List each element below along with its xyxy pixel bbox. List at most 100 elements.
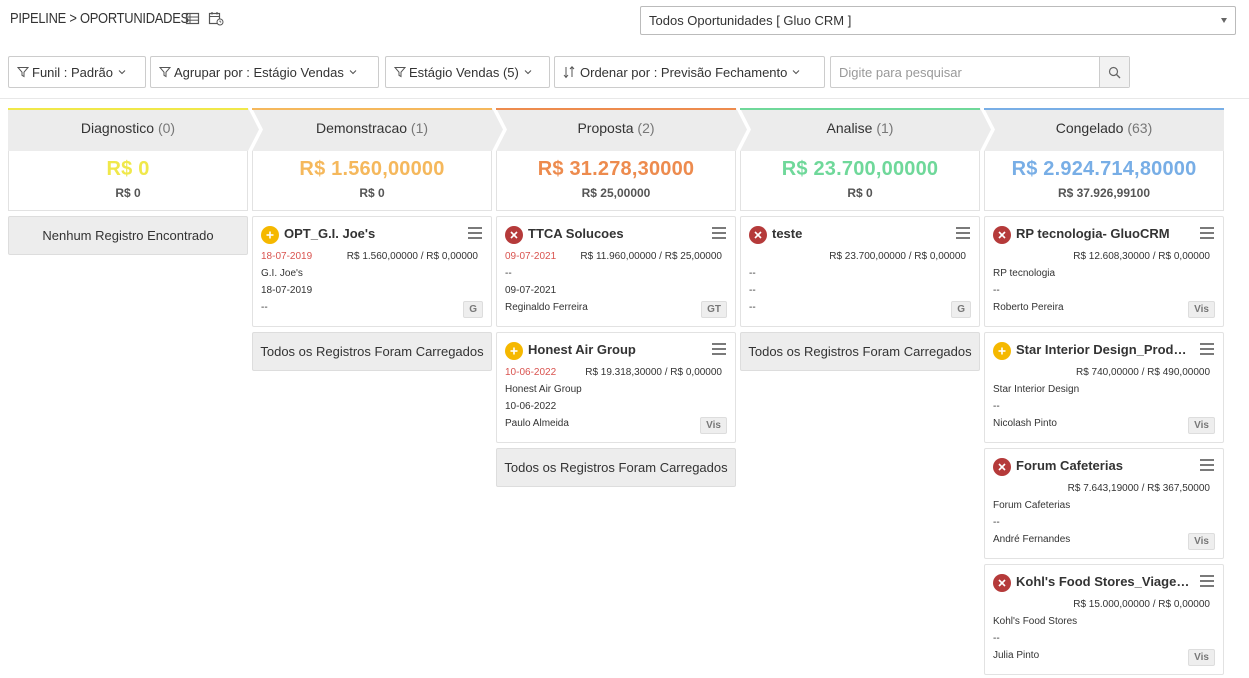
card-amount: R$ 15.000,00000 / R$ 0,00000 xyxy=(1073,599,1210,610)
close-circle-icon xyxy=(993,226,1011,244)
all-loaded-message: Todos os Registros Foram Carregados xyxy=(740,332,980,371)
stage-name: Proposta xyxy=(577,120,634,136)
stage-name: Congelado xyxy=(1055,120,1124,136)
stage-filter-button[interactable]: Estágio Vendas (5) xyxy=(385,56,550,88)
card-account: RP tecnologia xyxy=(993,268,1056,279)
all-loaded-message: Todos os Registros Foram Carregados xyxy=(496,448,736,487)
menu-icon[interactable] xyxy=(1200,459,1214,471)
opportunity-card[interactable]: RP tecnologia- GluoCRM R$ 12.608,30000 /… xyxy=(984,216,1224,327)
card-amount: R$ 740,00000 / R$ 490,00000 xyxy=(1076,367,1210,378)
stage-subtotal-value: R$ 37.926,99100 xyxy=(1057,186,1151,200)
stage-count: (2) xyxy=(637,120,655,136)
stage-header[interactable]: Congelado (63) xyxy=(984,108,1224,151)
menu-icon[interactable] xyxy=(1200,227,1214,239)
opportunity-card[interactable]: Kohl's Food Stores_Viagem corporativa R$… xyxy=(984,564,1224,675)
card-account: Forum Cafeterias xyxy=(993,500,1071,511)
stage-filter-label: Estágio Vendas (5) xyxy=(409,64,519,80)
card-title: RP tecnologia- GluoCRM xyxy=(1016,226,1170,241)
card-amount: R$ 7.643,19000 / R$ 367,50000 xyxy=(1067,483,1210,494)
card-tag: Vis xyxy=(1188,417,1215,434)
stage-totals: R$ 31.278,30000 R$ 25,00000 xyxy=(496,151,736,211)
menu-icon[interactable] xyxy=(712,227,726,239)
stage-total-value: R$ 1.560,00000 xyxy=(299,158,445,180)
stage-header[interactable]: Analise (1) xyxy=(740,108,991,151)
pipeline-select-value: Todos Oportunidades [ Gluo CRM ] xyxy=(649,13,852,28)
group-by-button[interactable]: Agrupar por : Estágio Vendas xyxy=(150,56,379,88)
stage-header[interactable]: Demonstracao (1) xyxy=(252,108,503,151)
order-by-label: Ordenar por : Previsão Fechamento xyxy=(580,64,788,80)
stage-totals: R$ 23.700,00000 R$ 0 xyxy=(740,151,980,211)
plus-icon xyxy=(993,342,1011,360)
all-loaded-message: Todos os Registros Foram Carregados xyxy=(252,332,492,371)
menu-icon[interactable] xyxy=(956,227,970,239)
chevron-down-icon xyxy=(793,70,800,75)
card-account: G.I. Joe's xyxy=(261,268,303,279)
menu-icon[interactable] xyxy=(1200,575,1214,587)
card-amount: R$ 23.700,00000 / R$ 0,00000 xyxy=(829,251,966,262)
stage-name: Diagnostico xyxy=(80,120,155,136)
caret-down-icon xyxy=(1221,18,1227,23)
card-account: Star Interior Design xyxy=(993,384,1080,395)
opportunity-card[interactable]: Star Interior Design_Produtos R$ 740,000… xyxy=(984,332,1224,443)
card-title: Forum Cafeterias xyxy=(1016,458,1123,473)
card-amount: R$ 11.960,00000 / R$ 25,00000 xyxy=(580,251,722,262)
opportunity-card[interactable]: Forum Cafeterias R$ 7.643,19000 / R$ 367… xyxy=(984,448,1224,559)
stage-column-demonstracao: Demonstracao (1) R$ 1.560,00000 R$ 0 OPT… xyxy=(252,108,503,371)
card-account: Kohl's Food Stores xyxy=(993,616,1078,627)
menu-icon[interactable] xyxy=(1200,343,1214,355)
card-owner: -- xyxy=(261,302,268,313)
stage-count: (1) xyxy=(410,120,429,136)
card-close-date: -- xyxy=(749,285,756,296)
search-icon xyxy=(1108,66,1121,78)
stage-count: (0) xyxy=(157,120,176,136)
card-tag: G xyxy=(951,301,971,318)
card-date: 18-07-2019 xyxy=(261,251,313,262)
stage-count: (63) xyxy=(1127,120,1153,136)
stage-totals: R$ 2.924.714,80000 R$ 37.926,99100 xyxy=(984,151,1224,211)
card-owner: Roberto Pereira xyxy=(993,302,1064,313)
close-circle-icon xyxy=(505,226,523,244)
stage-subtotal-value: R$ 25,00000 xyxy=(581,186,651,200)
stage-total-value: R$ 0 xyxy=(106,158,150,180)
stage-totals: R$ 0 R$ 0 xyxy=(8,151,248,211)
stage-total-value: R$ 23.700,00000 xyxy=(781,158,939,180)
card-title: Honest Air Group xyxy=(528,342,636,357)
stage-subtotal-value: R$ 0 xyxy=(847,186,873,200)
menu-icon[interactable] xyxy=(712,343,726,355)
card-tag: Vis xyxy=(1188,649,1215,666)
card-amount: R$ 19.318,30000 / R$ 0,00000 xyxy=(585,367,722,378)
stage-header[interactable]: Diagnostico (0) xyxy=(8,108,259,151)
stage-column-congelado: Congelado (63) R$ 2.924.714,80000 R$ 37.… xyxy=(984,108,1224,675)
stage-column-analise: Analise (1) R$ 23.700,00000 R$ 0 teste R… xyxy=(740,108,991,371)
stage-name: Analise xyxy=(826,120,873,136)
card-tag: Vis xyxy=(1188,533,1215,550)
card-amount: R$ 1.560,00000 / R$ 0,00000 xyxy=(346,251,478,262)
opportunity-card[interactable]: Honest Air Group 10-06-2022 R$ 19.318,30… xyxy=(496,332,736,443)
card-amount: R$ 12.608,30000 / R$ 0,00000 xyxy=(1073,251,1210,262)
card-close-date: 09-07-2021 xyxy=(505,285,557,296)
stage-total-value: R$ 31.278,30000 xyxy=(537,158,695,180)
stage-name: Demonstracao xyxy=(315,120,408,136)
search-input[interactable] xyxy=(831,57,1099,87)
card-tag: GT xyxy=(701,301,727,318)
calendar-view-icon[interactable] xyxy=(208,11,224,26)
card-title: teste xyxy=(772,226,803,241)
opportunity-card[interactable]: OPT_G.I. Joe's 18-07-2019 R$ 1.560,00000… xyxy=(252,216,492,327)
stage-header[interactable]: Proposta (2) xyxy=(496,108,747,151)
card-account: -- xyxy=(505,268,512,279)
order-by-button[interactable]: Ordenar por : Previsão Fechamento xyxy=(554,56,825,88)
chevron-down-icon xyxy=(349,70,357,75)
search-box xyxy=(830,56,1130,88)
card-owner: Reginaldo Ferreira xyxy=(505,302,588,313)
funnel-filter-button[interactable]: Funil : Padrão xyxy=(8,56,146,88)
menu-icon[interactable] xyxy=(468,227,482,239)
pipeline-select[interactable]: Todos Oportunidades [ Gluo CRM ] xyxy=(640,6,1236,35)
card-date: 10-06-2022 xyxy=(505,367,557,378)
search-button[interactable] xyxy=(1099,57,1129,87)
opportunity-card[interactable]: TTCA Solucoes 09-07-2021 R$ 11.960,00000… xyxy=(496,216,736,327)
card-tag: Vis xyxy=(700,417,727,434)
stage-column-proposta: Proposta (2) R$ 31.278,30000 R$ 25,00000… xyxy=(496,108,747,487)
card-title: OPT_G.I. Joe's xyxy=(284,226,376,241)
opportunity-card[interactable]: teste R$ 23.700,00000 / R$ 0,00000 -- --… xyxy=(740,216,980,327)
list-view-icon[interactable] xyxy=(185,11,200,26)
